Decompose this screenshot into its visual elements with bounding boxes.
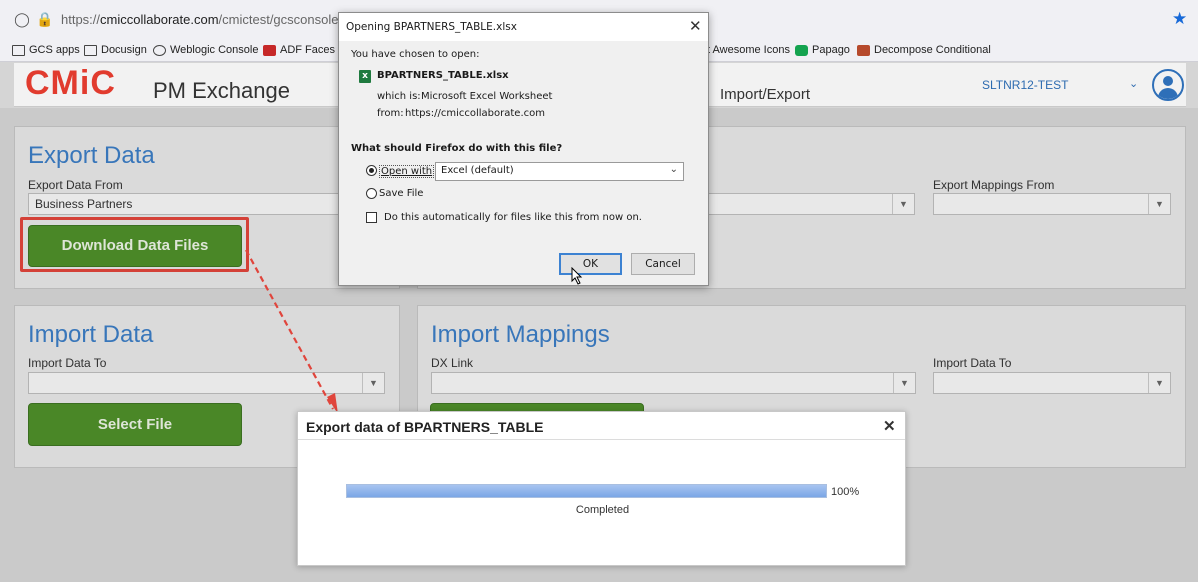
chevron-down-icon[interactable]: ⌄ (1129, 77, 1138, 90)
from-value: https://cmiccollaborate.com (405, 108, 545, 119)
cmic-logo: CMiC (25, 64, 116, 102)
bookmark-label: Weblogic Console (170, 44, 259, 56)
dialog-intro: You have chosen to open: (351, 49, 480, 60)
excel-file-icon: x (359, 70, 371, 83)
progress-percent: 100% (831, 486, 860, 498)
oracle-icon (263, 44, 276, 56)
export-data-title: Export Data (28, 142, 155, 169)
export-mappings-select[interactable]: ▼ (933, 193, 1171, 215)
chevron-down-icon: ▼ (362, 373, 384, 393)
page-title: Import/Export (720, 86, 811, 103)
dialog-titlebar: Opening BPARTNERS_TABLE.xlsx ✕ (339, 13, 708, 41)
bookmark-awesome-icons[interactable]: t Awesome Icons (707, 42, 790, 58)
folder-icon (84, 44, 97, 56)
dx-link-label: DX Link (431, 356, 474, 370)
close-icon[interactable]: ✕ (689, 17, 702, 35)
export-from-value: Business Partners (35, 197, 133, 211)
environment-selector[interactable]: SLTNR12-TEST (982, 78, 1068, 92)
chevron-down-icon: ▼ (1148, 373, 1170, 393)
bookmark-label: Papago (812, 44, 850, 56)
progress-status: Completed (575, 504, 630, 516)
bookmark-label: Docusign (101, 44, 147, 56)
import-data-title: Import Data (28, 321, 154, 348)
folder-icon (12, 44, 25, 56)
chevron-down-icon: ▼ (892, 194, 914, 214)
app-name: PM Exchange (153, 78, 290, 103)
cancel-button[interactable]: Cancel (631, 253, 695, 275)
modal-header: Export data of BPARTNERS_TABLE ✕ (298, 412, 905, 440)
bookmark-label: Decompose Conditional (874, 44, 991, 56)
bookmark-label: GCS apps (29, 44, 80, 56)
open-with-radio[interactable] (366, 165, 377, 176)
url-domain: cmiccollaborate.com (100, 12, 219, 27)
select-file-button[interactable]: Select File (28, 403, 242, 446)
open-with-label[interactable]: Open with (379, 165, 435, 178)
papago-icon (795, 44, 808, 56)
progress-fill (347, 485, 826, 497)
bookmark-weblogic[interactable]: Weblogic Console (153, 42, 258, 58)
export-progress-modal: Export data of BPARTNERS_TABLE ✕ 100% Co… (297, 411, 906, 566)
mouse-cursor-icon (571, 267, 583, 285)
export-from-label: Export Data From (28, 178, 123, 192)
import-mappings-to-label: Import Data To (933, 356, 1012, 370)
bookmark-papago[interactable]: Papago (795, 42, 850, 58)
from-label: from: (377, 108, 404, 119)
export-mid-select[interactable]: ▼ (703, 193, 915, 215)
which-is-value: Microsoft Excel Worksheet (421, 91, 553, 102)
dialog-title: Opening BPARTNERS_TABLE.xlsx (346, 21, 517, 33)
auto-checkbox-label[interactable]: Do this automatically for files like thi… (384, 212, 642, 223)
lock-icon[interactable]: 🔒 (36, 11, 53, 27)
globe-icon (153, 44, 166, 56)
which-is-label: which is: (377, 91, 421, 102)
auto-checkbox[interactable] (366, 212, 377, 223)
open-with-select[interactable]: Excel (default) ⌄ (435, 162, 684, 181)
export-mappings-label: Export Mappings From (933, 178, 1055, 192)
bookmark-decompose[interactable]: Decompose Conditional (857, 42, 991, 58)
user-avatar-icon[interactable] (1152, 69, 1184, 101)
import-to-select[interactable]: ▼ (28, 372, 385, 394)
chevron-down-icon: ▼ (1148, 194, 1170, 214)
export-from-select[interactable]: Business Partners (28, 193, 373, 215)
ok-button[interactable]: OK (559, 253, 622, 275)
url-prefix: https:// (61, 12, 101, 27)
progress-bar (346, 484, 827, 498)
import-mappings-to-select[interactable]: ▼ (933, 372, 1171, 394)
decompose-icon (857, 44, 870, 56)
save-file-label[interactable]: Save File (379, 188, 423, 199)
bookmark-gcs-apps[interactable]: GCS apps (12, 42, 80, 58)
highlight-annotation (20, 217, 249, 272)
open-with-value: Excel (default) (441, 165, 514, 176)
dx-link-select[interactable]: ▼ (431, 372, 916, 394)
dialog-question: What should Firefox do with this file? (351, 143, 563, 154)
firefox-open-dialog: Opening BPARTNERS_TABLE.xlsx ✕ You have … (338, 12, 709, 286)
bookmark-docusign[interactable]: Docusign (84, 42, 147, 58)
dialog-filename: BPARTNERS_TABLE.xlsx (377, 70, 509, 81)
shield-icon[interactable]: ◯ (14, 11, 30, 27)
import-mappings-title: Import Mappings (431, 321, 610, 348)
bookmark-adf-faces[interactable]: ADF Faces Ri (263, 42, 348, 58)
bookmark-star-icon[interactable]: ★ (1172, 9, 1187, 29)
close-icon[interactable]: ✕ (883, 417, 896, 435)
import-to-label: Import Data To (28, 356, 107, 370)
url-text[interactable]: https://cmiccollaborate.com/cmictest/gcs… (61, 12, 367, 27)
bookmark-label: t Awesome Icons (707, 44, 790, 56)
chevron-down-icon: ▼ (893, 373, 915, 393)
modal-title: Export data of BPARTNERS_TABLE (306, 419, 544, 435)
save-file-radio[interactable] (366, 188, 377, 199)
chevron-down-icon: ⌄ (669, 164, 678, 175)
